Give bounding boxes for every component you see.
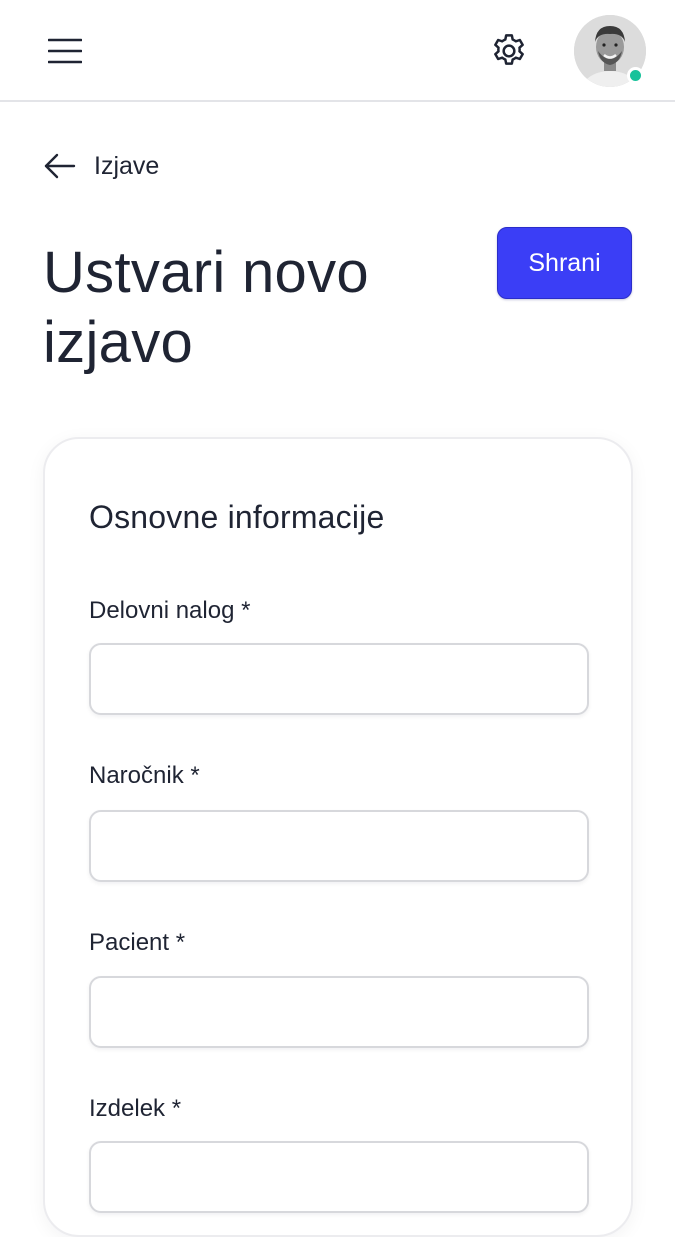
work-order-input[interactable] bbox=[89, 643, 589, 715]
patient-input[interactable] bbox=[89, 976, 589, 1048]
client-label: Naročnik * bbox=[89, 762, 200, 789]
page-title: Ustvari novo izjavo bbox=[43, 240, 369, 375]
top-bar bbox=[0, 0, 675, 102]
section-title: Osnovne informacije bbox=[89, 499, 385, 535]
settings-button[interactable] bbox=[484, 26, 534, 76]
client-input[interactable] bbox=[89, 810, 589, 882]
gear-icon bbox=[494, 34, 524, 65]
product-input[interactable] bbox=[89, 1141, 589, 1213]
arrow-left-icon bbox=[44, 153, 76, 179]
product-label: Izdelek * bbox=[89, 1095, 182, 1122]
back-link[interactable]: Izjave bbox=[44, 144, 159, 188]
menu-button[interactable] bbox=[40, 26, 90, 76]
hamburger-menu-icon bbox=[48, 38, 82, 64]
online-status-dot bbox=[627, 67, 644, 84]
user-avatar[interactable] bbox=[574, 15, 646, 87]
patient-label: Pacient * bbox=[89, 929, 186, 956]
back-link-label: Izjave bbox=[94, 151, 160, 180]
save-button[interactable]: Shrani bbox=[497, 227, 632, 299]
work-order-label: Delovni nalog * bbox=[89, 597, 251, 624]
basic-info-card: Osnovne informacije Delovni nalog * Naro… bbox=[43, 437, 633, 1237]
